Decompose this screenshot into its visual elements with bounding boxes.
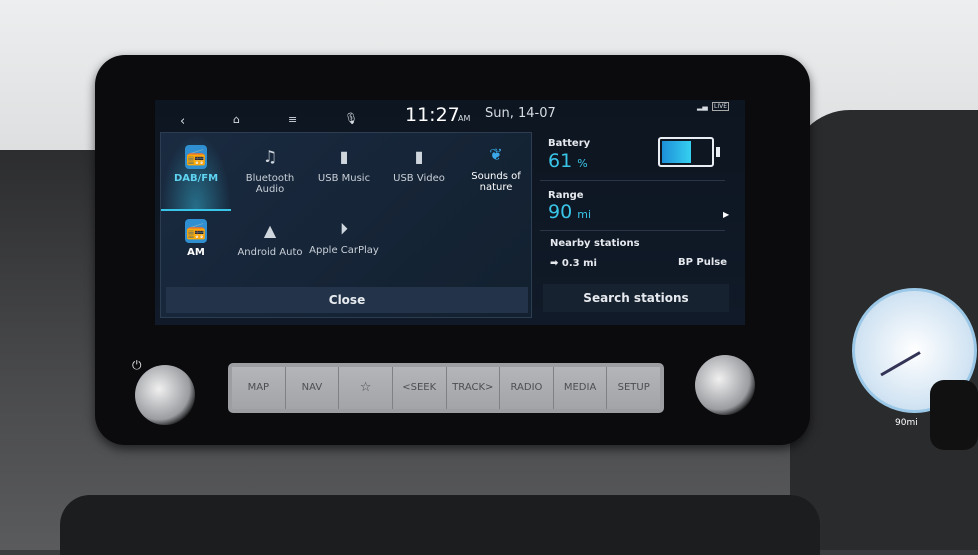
range-value: 90 bbox=[548, 201, 573, 223]
microphone-icon[interactable]: 🎙 bbox=[344, 112, 358, 125]
nearby-station-name[interactable]: BP Pulse bbox=[678, 257, 727, 268]
battery-label: Battery bbox=[548, 138, 591, 149]
favorite-button[interactable]: ☆ bbox=[339, 367, 393, 409]
battery-terminal bbox=[716, 147, 720, 157]
arrow-right-icon: ➡ bbox=[550, 258, 559, 269]
leaf-music-icon: ❦ bbox=[489, 145, 503, 164]
menu-icon[interactable]: ≡ bbox=[288, 113, 297, 126]
setup-button[interactable]: SETUP bbox=[607, 367, 660, 409]
battery-fill bbox=[662, 141, 692, 163]
clock-time: 11:27 bbox=[405, 104, 460, 126]
signal-icon: ▂▄ bbox=[697, 103, 708, 111]
clock-date: Sun, 14-07 bbox=[485, 106, 556, 121]
media-item-apple-carplay[interactable]: ⏵ Apple CarPlay bbox=[306, 217, 382, 256]
power-icon: ⏻ bbox=[132, 358, 142, 372]
usb-video-icon: ▮ bbox=[414, 147, 424, 166]
steering-stalk bbox=[930, 380, 978, 450]
radio-icon: 📻 bbox=[185, 145, 207, 169]
usb-music-icon: ▮ bbox=[339, 147, 349, 166]
infotainment-screen: ‹ ⌂ ≡ 🎙 11:27 AM Sun, 14-07 ▂▄ LIVE 📻 DAB… bbox=[155, 100, 745, 325]
radio-button[interactable]: RADIO bbox=[500, 367, 554, 409]
live-badge: LIVE bbox=[712, 102, 730, 111]
media-button[interactable]: MEDIA bbox=[553, 367, 608, 409]
media-item-dab-fm[interactable]: 📻 DAB/FM bbox=[158, 145, 234, 184]
back-icon[interactable]: ‹ bbox=[180, 114, 185, 129]
media-item-usb-music[interactable]: ▮ USB Music bbox=[306, 145, 382, 184]
home-icon[interactable]: ⌂ bbox=[233, 113, 240, 126]
media-item-bluetooth-audio[interactable]: ♫ Bluetooth Audio bbox=[232, 145, 308, 195]
battery-icon bbox=[658, 137, 714, 167]
search-stations-button[interactable]: Search stations bbox=[543, 284, 729, 312]
hard-button-strip: MAP NAV ☆ <SEEK TRACK> RADIO MEDIA SETUP bbox=[228, 363, 664, 413]
android-auto-icon: ▲ bbox=[263, 221, 277, 240]
air-vent bbox=[60, 495, 820, 555]
seek-back-button[interactable]: <SEEK bbox=[392, 367, 447, 409]
battery-unit: % bbox=[577, 157, 588, 170]
media-item-am[interactable]: 📻 AM bbox=[158, 219, 234, 258]
cluster-range: 90mi bbox=[895, 418, 918, 428]
range-label: Range bbox=[548, 190, 584, 201]
gauge-needle bbox=[880, 351, 921, 377]
media-source-menu: 📻 DAB/FM ♫ Bluetooth Audio ▮ USB Music ▮ USB… bbox=[160, 132, 532, 318]
bluetooth-audio-icon: ♫ bbox=[262, 147, 278, 166]
nav-button[interactable]: NAV bbox=[285, 367, 340, 409]
media-item-android-auto[interactable]: ▲ Android Auto bbox=[232, 219, 308, 258]
divider bbox=[540, 230, 725, 231]
battery-value: 61 bbox=[548, 150, 573, 172]
media-item-sounds-of-nature[interactable]: ❦ Sounds of nature bbox=[458, 143, 534, 193]
nearby-label: Nearby stations bbox=[550, 238, 640, 249]
close-button[interactable]: Close bbox=[166, 287, 528, 313]
volume-knob[interactable] bbox=[135, 365, 195, 425]
radio-icon: 📻 bbox=[185, 219, 207, 243]
next-page-arrow-icon[interactable]: ▶ bbox=[723, 210, 729, 219]
ev-panel: Battery 61 % Range 90 mi ▶ Nearby statio… bbox=[540, 122, 735, 318]
carplay-icon: ⏵ bbox=[339, 219, 348, 238]
tune-knob[interactable] bbox=[695, 355, 755, 415]
divider bbox=[540, 180, 725, 181]
nearby-distance: 0.3 mi bbox=[561, 258, 597, 269]
media-item-usb-video[interactable]: ▮ USB Video bbox=[381, 145, 457, 184]
range-unit: mi bbox=[577, 208, 592, 221]
map-button[interactable]: MAP bbox=[232, 367, 286, 409]
track-forward-button[interactable]: TRACK> bbox=[446, 367, 501, 409]
clock-ampm: AM bbox=[458, 114, 471, 123]
